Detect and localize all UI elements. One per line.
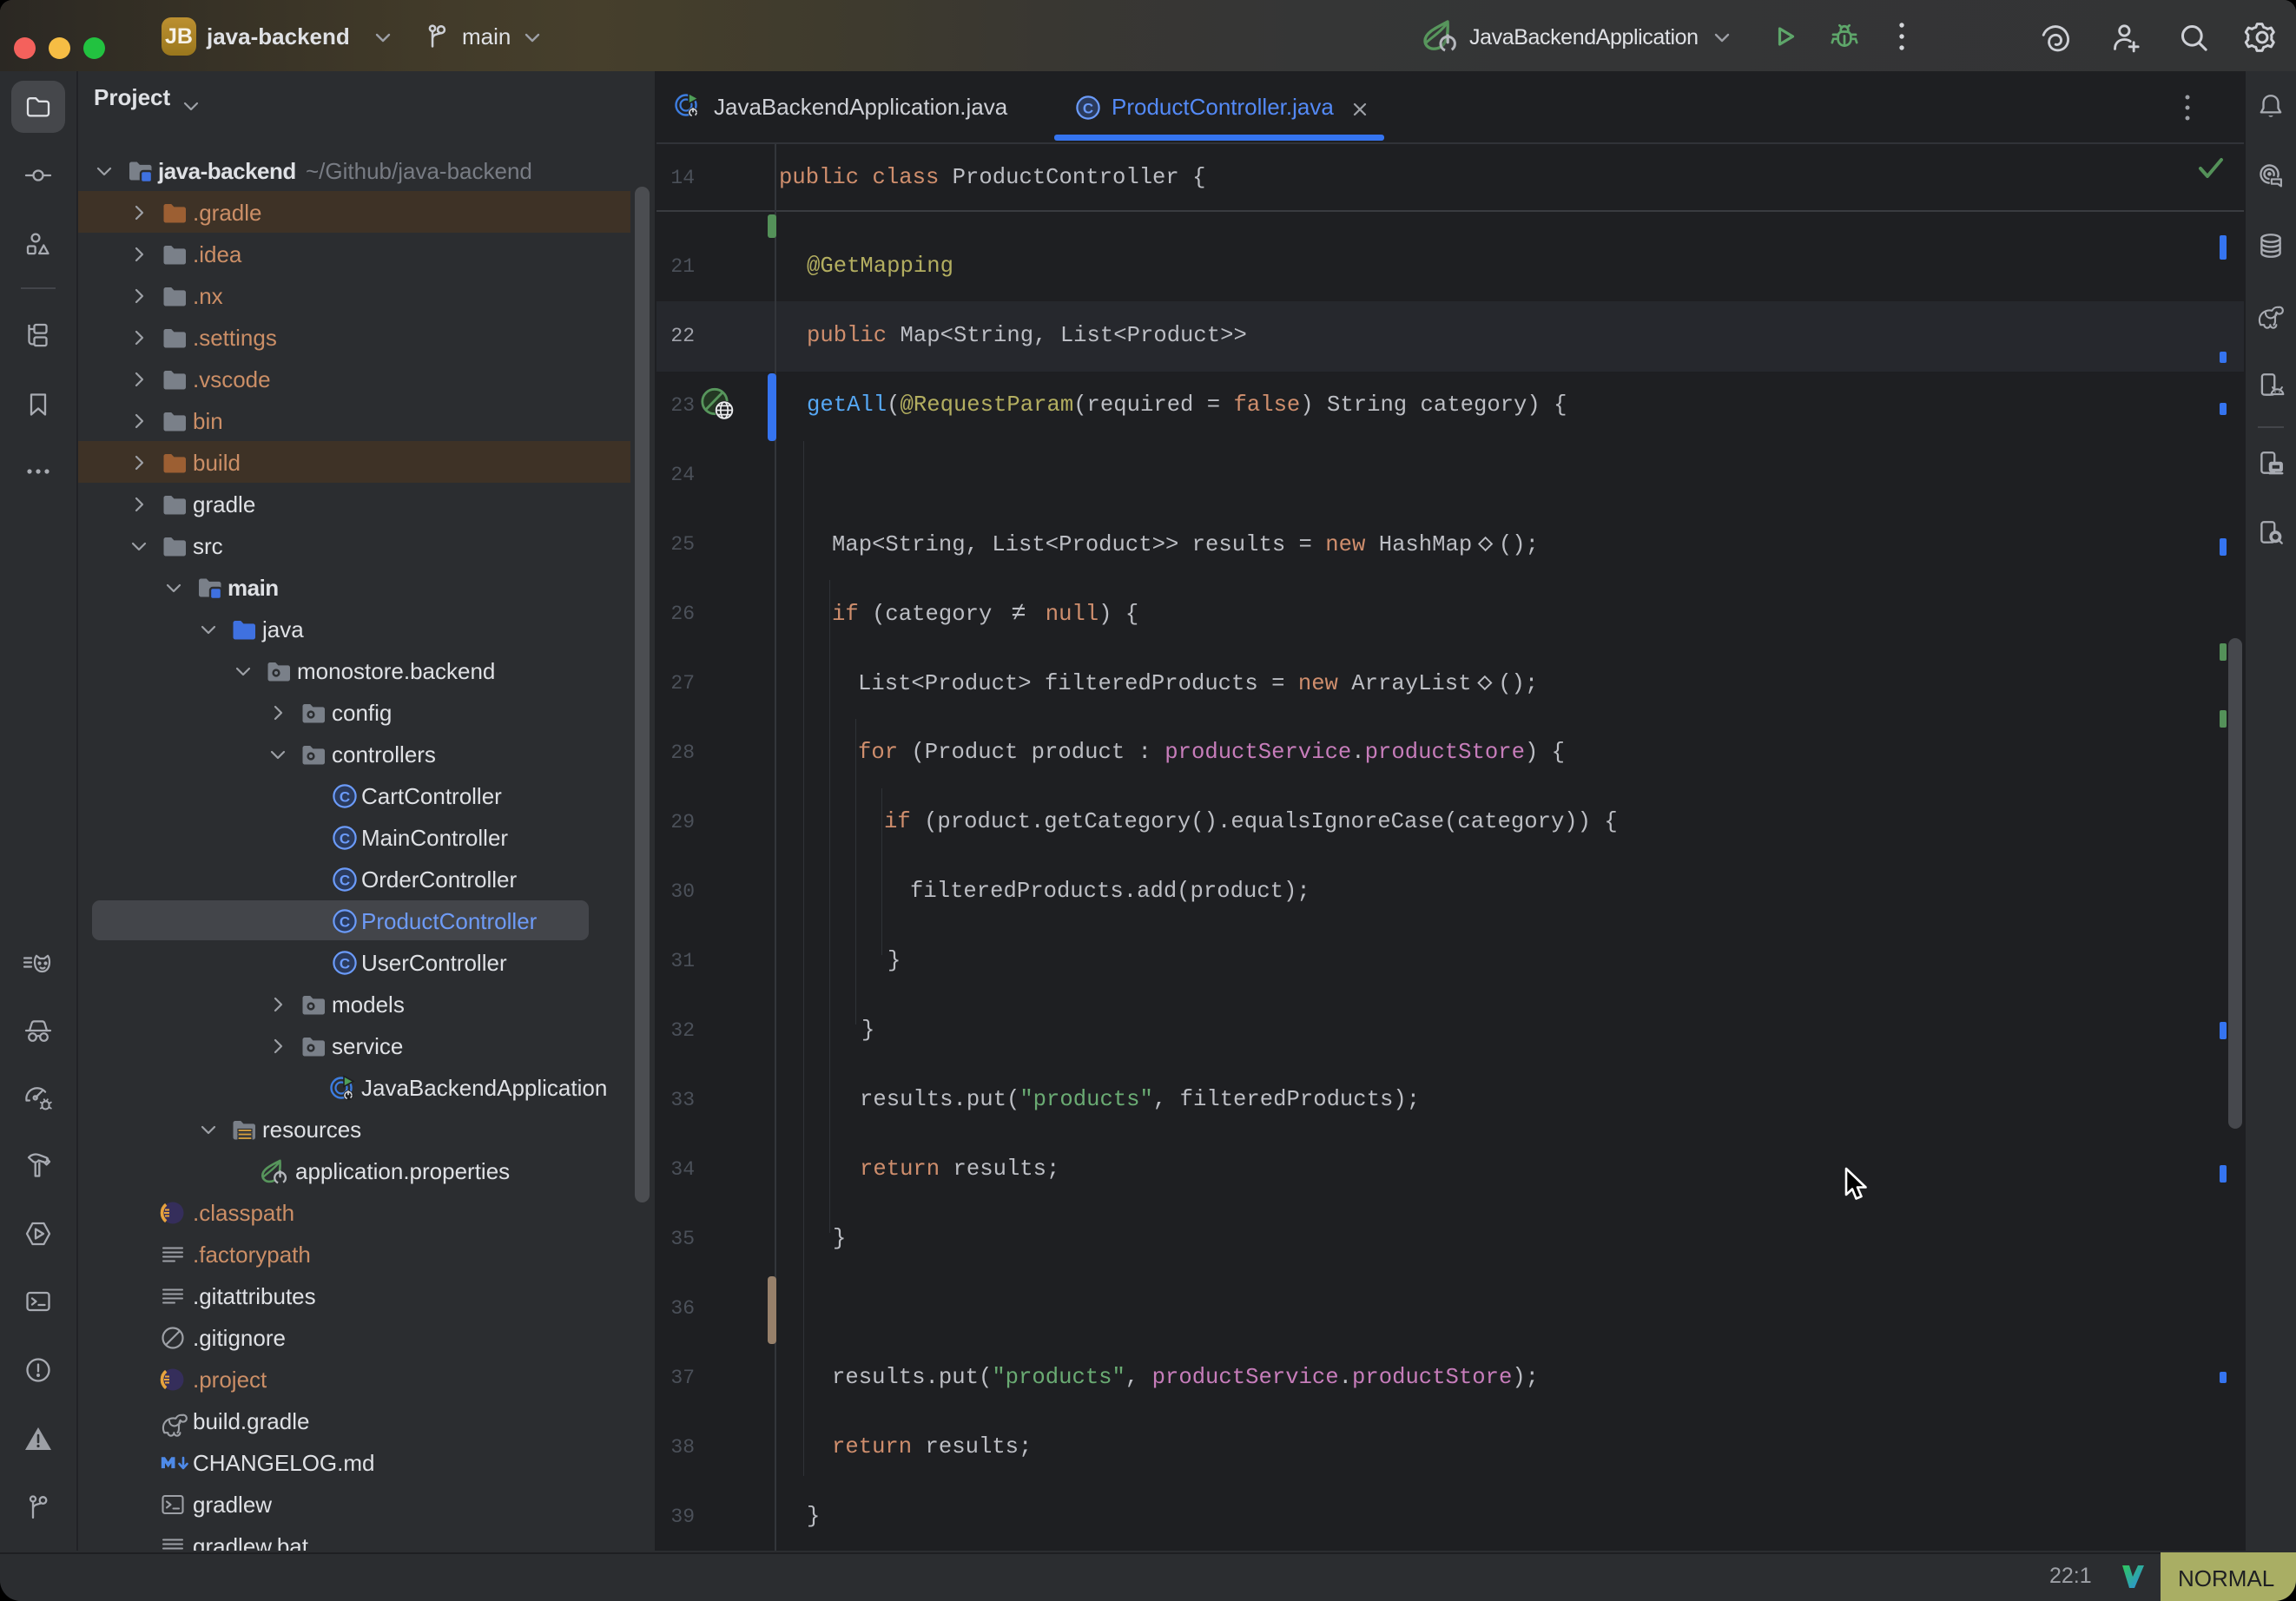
svg-text:C: C: [1083, 101, 1093, 117]
